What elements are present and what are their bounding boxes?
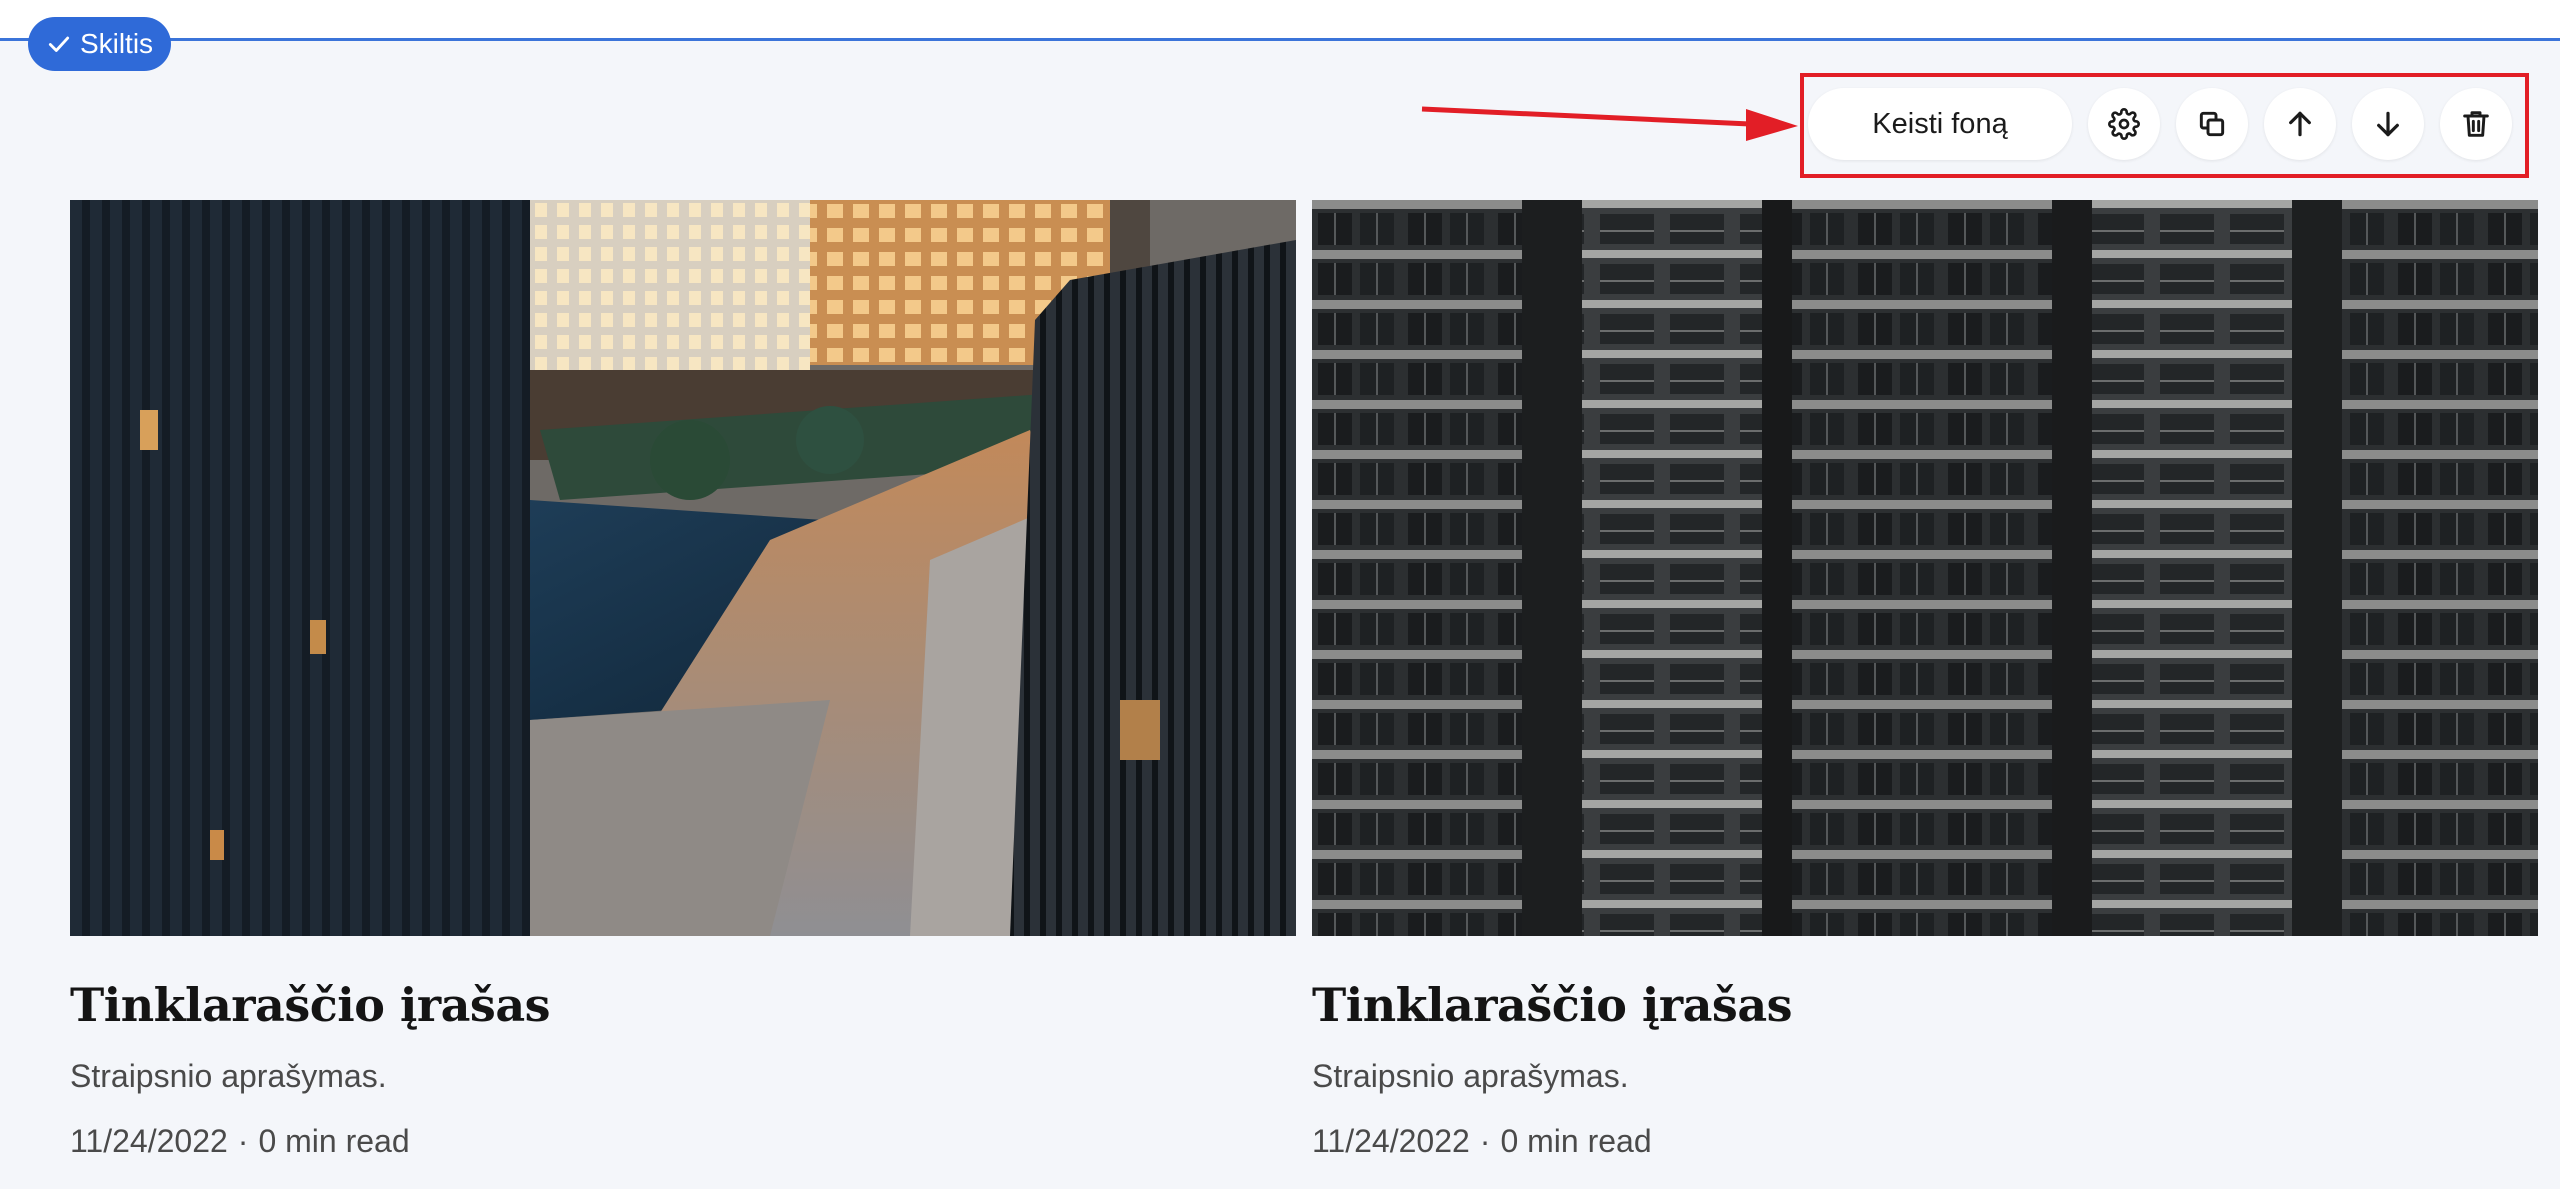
post-read-time: 0 min read xyxy=(258,1122,410,1159)
settings-button[interactable] xyxy=(2088,88,2160,160)
change-background-button[interactable]: Keisti foną xyxy=(1808,88,2072,160)
delete-button[interactable] xyxy=(2440,88,2512,160)
post-date: 11/24/2022 xyxy=(1312,1122,1470,1159)
arrow-down-icon xyxy=(2377,111,2399,137)
annotation-arrow xyxy=(1421,106,1798,141)
section-badge[interactable]: Skiltis xyxy=(28,17,171,71)
blog-post-card[interactable]: Tinklaraščio įrašas Straipsnio aprašymas… xyxy=(1312,200,2538,1160)
arrow-up-icon xyxy=(2289,111,2311,137)
post-date: 11/24/2022 xyxy=(70,1122,228,1159)
post-description: Straipsnio aprašymas. xyxy=(70,1058,387,1095)
blog-post-card[interactable]: Tinklaraščio įrašas Straipsnio aprašymas… xyxy=(70,200,1296,1160)
move-up-button[interactable] xyxy=(2264,88,2336,160)
post-title[interactable]: Tinklaraščio įrašas xyxy=(70,978,1296,1033)
post-read-time: 0 min read xyxy=(1500,1122,1652,1159)
duplicate-button[interactable] xyxy=(2176,88,2248,160)
post-meta: 11/24/2022 · 0 min read xyxy=(70,1122,1296,1160)
post-meta: 11/24/2022 · 0 min read xyxy=(1312,1122,2538,1160)
section-boundary-line xyxy=(0,38,2560,41)
duplicate-icon xyxy=(2199,111,2225,137)
section-badge-label: Skiltis xyxy=(79,28,154,59)
post-title[interactable]: Tinklaraščio įrašas xyxy=(1312,978,2538,1033)
post-cover-image[interactable] xyxy=(70,200,1296,936)
post-description: Straipsnio aprašymas. xyxy=(1312,1058,1629,1095)
post-cover-image[interactable] xyxy=(1312,200,2538,936)
meta-separator: · xyxy=(237,1122,249,1159)
editor-top-strip xyxy=(0,0,2560,40)
section-toolbar: Keisti foną xyxy=(1808,88,2512,160)
settings-icon xyxy=(2108,108,2140,140)
trash-icon xyxy=(2463,111,2489,137)
check-icon xyxy=(48,36,70,52)
meta-separator: · xyxy=(1479,1122,1491,1159)
move-down-button[interactable] xyxy=(2352,88,2424,160)
